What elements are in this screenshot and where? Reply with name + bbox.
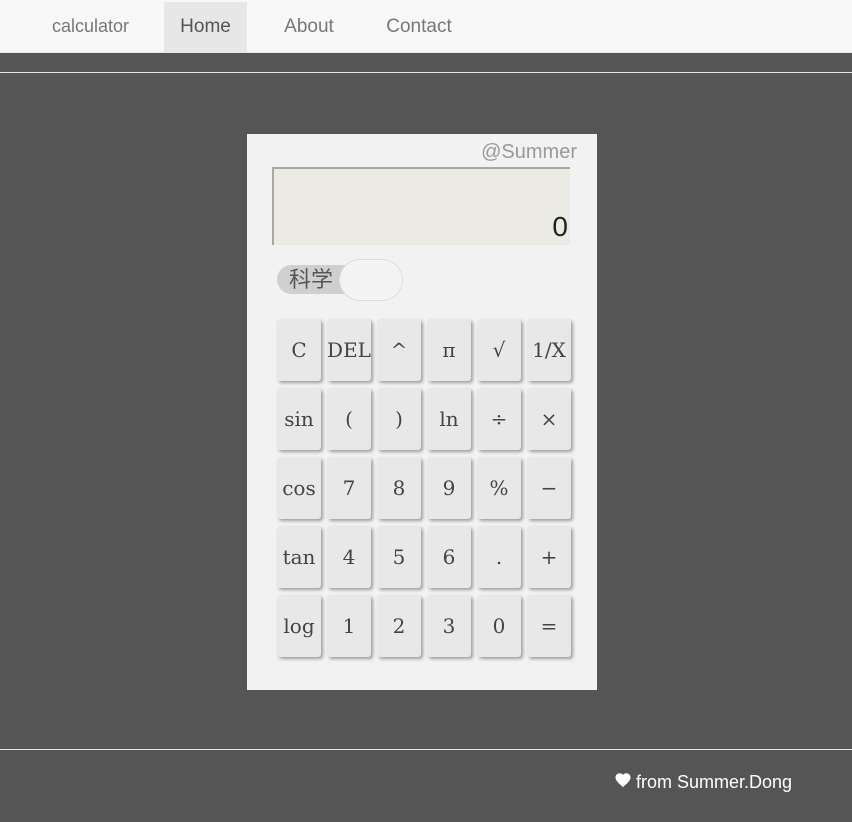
display-value: 0 (552, 211, 568, 242)
keypad: C DEL ^ π √ 1/X sin ( ) ln ÷ × cos 7 8 9… (277, 319, 577, 669)
key-pi[interactable]: π (427, 319, 471, 381)
key-log[interactable]: log (277, 595, 321, 657)
navbar: calculator Home About Contact (0, 0, 852, 53)
key-minus[interactable]: − (527, 457, 571, 519)
calculator-display: 0 (272, 167, 570, 245)
key-label: 6 (442, 545, 456, 569)
key-label: ^ (390, 338, 408, 362)
key-sqrt[interactable]: √ (477, 319, 521, 381)
key-label: 5 (392, 545, 406, 569)
key-0[interactable]: 0 (477, 595, 521, 657)
key-label: 3 (442, 614, 456, 638)
nav-contact[interactable]: Contact (372, 2, 466, 52)
key-label: 1/X (532, 338, 566, 362)
key-2[interactable]: 2 (377, 595, 421, 657)
key-cos[interactable]: cos (277, 457, 321, 519)
key-ln[interactable]: ln (427, 388, 471, 450)
toggle-label: 科学 (289, 268, 334, 293)
key-8[interactable]: 8 (377, 457, 421, 519)
nav-about[interactable]: About (270, 2, 348, 52)
key-5[interactable]: 5 (377, 526, 421, 588)
key-label: ( (345, 407, 353, 431)
key-label: cos (282, 476, 316, 500)
key-decimal[interactable]: . (477, 526, 521, 588)
key-label: + (540, 545, 558, 569)
key-divide[interactable]: ÷ (477, 388, 521, 450)
key-label: . (495, 545, 503, 569)
key-label: 0 (492, 614, 506, 638)
key-sin[interactable]: sin (277, 388, 321, 450)
key-7[interactable]: 7 (327, 457, 371, 519)
key-label: log (283, 614, 315, 638)
bottom-divider (0, 749, 852, 750)
key-6[interactable]: 6 (427, 526, 471, 588)
key-label: 1 (342, 614, 356, 638)
key-label: 2 (392, 614, 406, 638)
key-tan[interactable]: tan (277, 526, 321, 588)
key-label: % (489, 476, 509, 500)
key-label: 4 (342, 545, 356, 569)
key-1[interactable]: 1 (327, 595, 371, 657)
key-label: 8 (392, 476, 406, 500)
key-reciprocal[interactable]: 1/X (527, 319, 571, 381)
key-clear[interactable]: C (277, 319, 321, 381)
key-label: C (291, 338, 307, 362)
key-power[interactable]: ^ (377, 319, 421, 381)
footer-credit: from Summer.Dong (614, 770, 792, 794)
footer-credit-text: from Summer.Dong (636, 772, 793, 792)
key-close-paren[interactable]: ) (377, 388, 421, 450)
key-open-paren[interactable]: ( (327, 388, 371, 450)
key-label: = (540, 614, 558, 638)
key-multiply[interactable]: × (527, 388, 571, 450)
key-label: √ (492, 338, 506, 362)
key-4[interactable]: 4 (327, 526, 371, 588)
key-label: tan (282, 545, 316, 569)
key-equals[interactable]: = (527, 595, 571, 657)
calculator-panel: @Summer 0 科学 C DEL ^ π √ 1/X sin ( ) ln … (247, 134, 597, 690)
key-label: − (540, 476, 558, 500)
key-label: sin (284, 407, 314, 431)
toggle-knob[interactable] (339, 259, 403, 301)
signature: @Summer (481, 141, 577, 163)
key-label: π (442, 338, 456, 362)
key-label: DEL (327, 338, 371, 362)
key-3[interactable]: 3 (427, 595, 471, 657)
heart-icon (615, 773, 631, 788)
top-divider (0, 72, 852, 73)
key-label: ) (395, 407, 403, 431)
scientific-mode-toggle[interactable]: 科学 (277, 259, 403, 301)
key-plus[interactable]: + (527, 526, 571, 588)
key-9[interactable]: 9 (427, 457, 471, 519)
key-label: ÷ (490, 407, 508, 431)
brand-link[interactable]: calculator (52, 0, 129, 52)
key-label: 7 (342, 476, 356, 500)
key-percent[interactable]: % (477, 457, 521, 519)
key-label: 9 (442, 476, 456, 500)
nav-home[interactable]: Home (164, 2, 247, 52)
key-label: × (540, 407, 558, 431)
key-delete[interactable]: DEL (327, 319, 371, 381)
key-label: ln (439, 407, 459, 431)
